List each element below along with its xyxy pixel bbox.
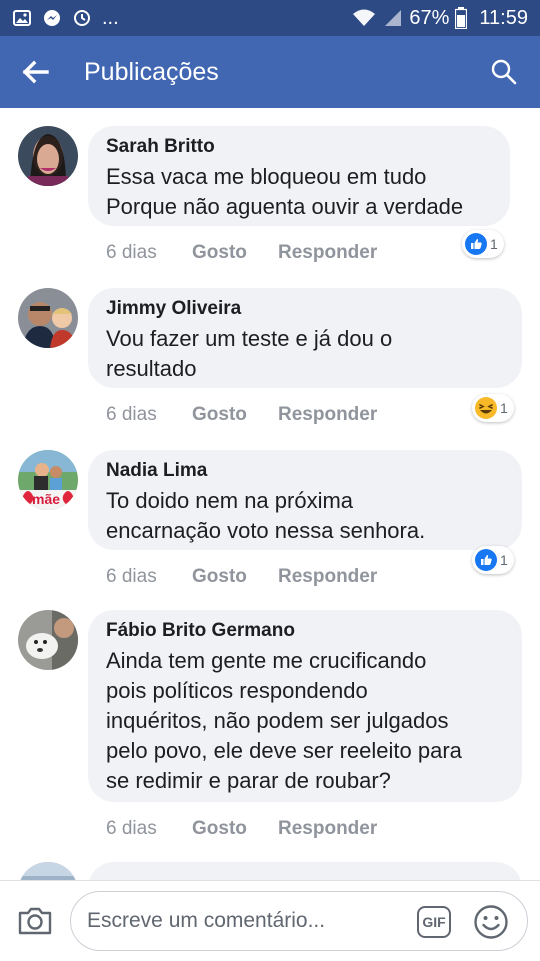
- back-button[interactable]: [0, 36, 70, 108]
- signal-icon: [385, 10, 402, 26]
- back-arrow-icon: [22, 60, 49, 84]
- reaction-count[interactable]: 1: [472, 546, 514, 574]
- avatar-caption: mãe: [32, 491, 61, 507]
- comment-bubble[interactable]: Fábio Brito Germano Ainda tem gente me c…: [88, 610, 522, 802]
- avatar[interactable]: [18, 862, 78, 880]
- search-icon: [491, 59, 517, 85]
- reaction-count-value: 1: [500, 400, 508, 416]
- reply-button[interactable]: Responder: [278, 566, 377, 588]
- reply-button[interactable]: Responder: [278, 404, 377, 426]
- reaction-count-value: 1: [500, 552, 508, 568]
- comment-text-line: resultado: [106, 356, 197, 381]
- comment-time[interactable]: 6 dias: [106, 818, 192, 840]
- battery-icon: [455, 7, 468, 29]
- more-indicator: ...: [102, 6, 119, 29]
- comment-meta: 6 dias Gosto Responder: [106, 566, 377, 588]
- avatar[interactable]: [18, 126, 78, 186]
- reaction-count-value: 1: [490, 236, 498, 252]
- comment-bubble[interactable]: [88, 862, 522, 880]
- comment-composer: GIF: [0, 880, 540, 960]
- comments-feed[interactable]: Sarah Britto Essa vaca me bloqueou em tu…: [0, 108, 540, 880]
- status-bar: ... 67% 11:59: [0, 0, 540, 36]
- camera-button[interactable]: [0, 881, 70, 961]
- comment-author[interactable]: Fábio Brito Germano: [106, 620, 504, 642]
- gif-button[interactable]: GIF: [417, 906, 451, 938]
- comment-input[interactable]: [87, 909, 407, 933]
- status-time: 11:59: [479, 6, 528, 29]
- comment-text-line: pelo povo, ele deve ser reeleito para: [106, 738, 462, 763]
- reaction-count[interactable]: 1: [462, 230, 504, 258]
- notification-icons: ...: [12, 7, 119, 30]
- app-bar: Publicações: [0, 36, 540, 108]
- comment-text-line: pois políticos respondendo: [106, 678, 368, 703]
- comment-text: To doido nem na próxima encarnação voto …: [106, 486, 504, 546]
- wifi-icon: [353, 9, 376, 26]
- comment-text-line: Ainda tem gente me crucificando: [106, 648, 427, 673]
- comment-bubble[interactable]: Nadia Lima To doido nem na próxima encar…: [88, 450, 522, 550]
- reply-button[interactable]: Responder: [278, 818, 377, 840]
- comment-text-line: encarnação voto nessa senhora.: [106, 518, 426, 543]
- like-reaction-icon: [475, 549, 497, 571]
- comment-text: Essa vaca me bloqueou em tudo Porque não…: [106, 162, 492, 222]
- comment-meta: 6 dias Gosto Responder: [106, 818, 377, 840]
- emoji-icon[interactable]: [473, 904, 509, 940]
- like-button[interactable]: Gosto: [192, 242, 278, 264]
- battery-percent: 67%: [409, 6, 450, 29]
- comment-input-wrapper: GIF: [70, 891, 528, 951]
- like-reaction-icon: [465, 233, 487, 255]
- reaction-count[interactable]: 1: [472, 394, 514, 422]
- comment-text-line: se redimir e parar de roubar?: [106, 768, 391, 793]
- page-title: Publicações: [84, 57, 219, 86]
- messenger-icon: [44, 10, 60, 26]
- comment-text-line: To doido nem na próxima: [106, 488, 354, 513]
- comment-text-line: Vou fazer um teste e já dou o: [106, 326, 393, 351]
- search-button[interactable]: [468, 36, 540, 108]
- avatar[interactable]: [18, 288, 78, 348]
- clock-sync-icon: [74, 10, 90, 26]
- image-icon: [13, 10, 31, 26]
- comment-text: Ainda tem gente me crucificando pois pol…: [106, 646, 504, 796]
- comment-text-line: Essa vaca me bloqueou em tudo: [106, 164, 427, 189]
- comment-author[interactable]: Nadia Lima: [106, 460, 504, 482]
- camera-icon: [18, 907, 52, 934]
- haha-reaction-icon: [475, 397, 497, 419]
- like-button[interactable]: Gosto: [192, 404, 278, 426]
- comment-time[interactable]: 6 dias: [106, 566, 192, 588]
- like-button[interactable]: Gosto: [192, 818, 278, 840]
- avatar[interactable]: mãe: [18, 450, 78, 510]
- avatar[interactable]: [18, 610, 78, 670]
- comment-bubble[interactable]: Jimmy Oliveira Vou fazer um teste e já d…: [88, 288, 522, 388]
- comment-meta: 6 dias Gosto Responder: [106, 242, 377, 264]
- comment-text-line: inquéritos, não podem ser julgados: [106, 708, 449, 733]
- comment-bubble[interactable]: Sarah Britto Essa vaca me bloqueou em tu…: [88, 126, 510, 226]
- comment-author[interactable]: Sarah Britto: [106, 136, 492, 158]
- like-button[interactable]: Gosto: [192, 566, 278, 588]
- comment-author[interactable]: Jimmy Oliveira: [106, 298, 504, 320]
- comment-time[interactable]: 6 dias: [106, 242, 192, 264]
- comment-text-line: Porque não aguenta ouvir a verdade: [106, 194, 464, 219]
- comment-time[interactable]: 6 dias: [106, 404, 192, 426]
- comment-meta: 6 dias Gosto Responder: [106, 404, 377, 426]
- system-status: 67% 11:59: [351, 7, 528, 30]
- comment-text: Vou fazer um teste e já dou o resultado: [106, 324, 504, 384]
- reply-button[interactable]: Responder: [278, 242, 377, 264]
